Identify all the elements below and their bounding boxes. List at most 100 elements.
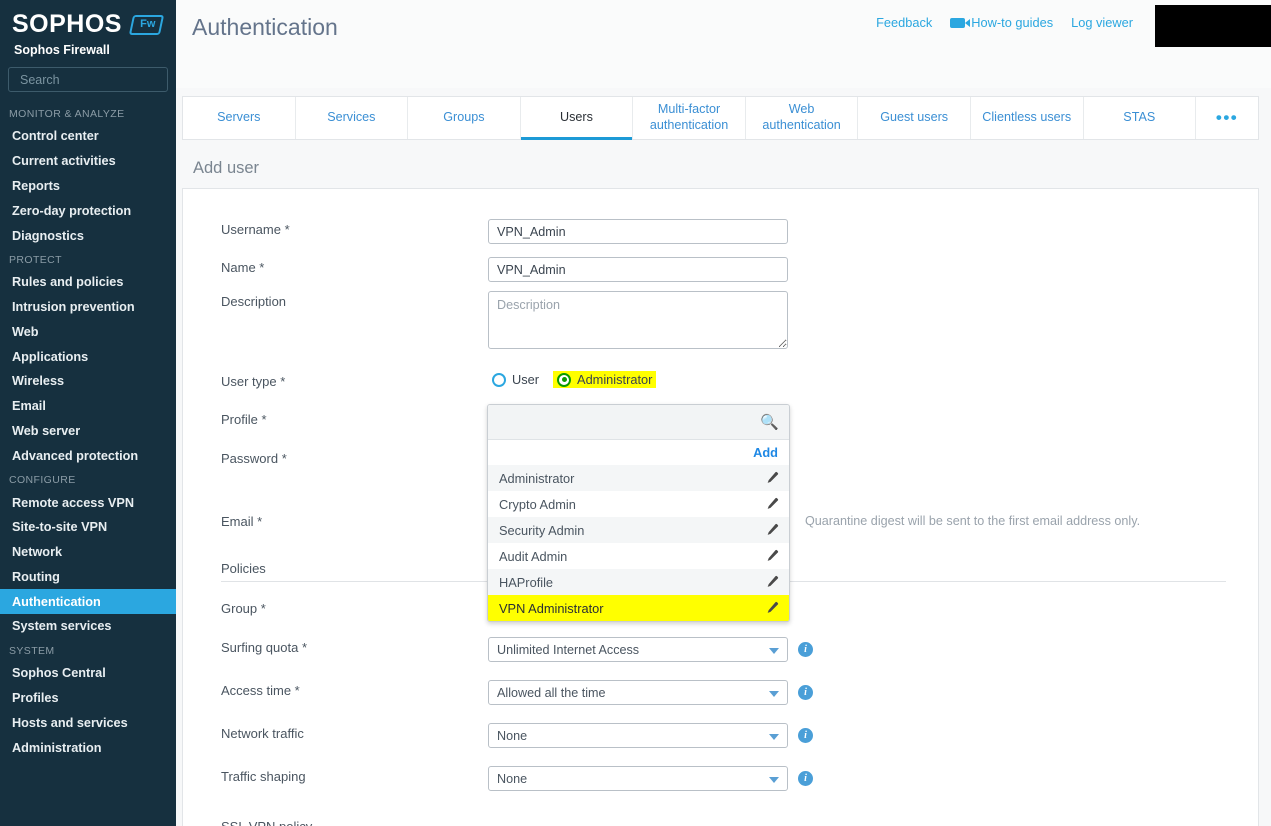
profile-option-label: Security Admin: [499, 522, 585, 538]
profile-option-label: Audit Admin: [499, 548, 568, 564]
edit-pencil-icon[interactable]: [764, 575, 779, 590]
info-icon[interactable]: i: [798, 728, 813, 743]
sidebar-item-hosts-and-services[interactable]: Hosts and services: [0, 710, 176, 735]
edit-pencil-icon[interactable]: [764, 601, 779, 616]
sidebar-item-diagnostics[interactable]: Diagnostics: [0, 223, 176, 248]
traffic-shaping-select[interactable]: None: [488, 766, 788, 791]
sidebar-search[interactable]: 🔍: [8, 67, 176, 92]
sidebar-item-remote-access-vpn[interactable]: Remote access VPN: [0, 490, 176, 515]
row-name: Name *: [183, 257, 1258, 295]
sidebar-item-web[interactable]: Web: [0, 319, 176, 344]
access-time-label: Access time *: [221, 683, 300, 698]
surfing-quota-wrap: Unlimited Internet Access i: [488, 637, 813, 662]
tab-servers[interactable]: Servers: [183, 97, 296, 139]
sidebar-item-sophos-central[interactable]: Sophos Central: [0, 661, 176, 686]
group-label: Group *: [221, 601, 266, 616]
app-root: SOPHOS Fw Sophos Firewall 🔍 MONITOR & AN…: [0, 0, 1271, 826]
sidebar-nav: MONITOR & ANALYZE Control center Current a…: [0, 102, 176, 760]
tab-web-authentication[interactable]: Web authentication: [746, 97, 859, 139]
how-to-guides-link[interactable]: How-to guides: [950, 15, 1053, 30]
sidebar: SOPHOS Fw Sophos Firewall 🔍 MONITOR & AN…: [0, 0, 176, 826]
tab-multi-factor-authentication[interactable]: Multi-factor authentication: [633, 97, 746, 139]
profile-option-administrator[interactable]: Administrator: [488, 465, 789, 491]
user-type-option-user[interactable]: User: [488, 371, 543, 388]
sidebar-item-zero-day-protection[interactable]: Zero-day protection: [0, 198, 176, 223]
surfing-quota-select[interactable]: Unlimited Internet Access: [488, 637, 788, 662]
profile-option-vpn-administrator[interactable]: VPN Administrator: [488, 595, 789, 621]
profile-dropdown-search[interactable]: 🔍: [488, 405, 789, 440]
profile-option-haprofile[interactable]: HAProfile: [488, 569, 789, 595]
sidebar-item-authentication[interactable]: Authentication: [0, 589, 176, 615]
traffic-shaping-wrap: None i: [488, 766, 813, 791]
network-traffic-select[interactable]: None: [488, 723, 788, 748]
username-input[interactable]: [488, 219, 788, 244]
tab-stas[interactable]: STAS: [1084, 97, 1197, 139]
tab-groups[interactable]: Groups: [408, 97, 521, 139]
info-icon[interactable]: i: [798, 642, 813, 657]
profile-option-label: HAProfile: [499, 574, 554, 590]
brand-name: SOPHOS: [12, 10, 122, 38]
network-traffic-wrap: None i: [488, 723, 813, 748]
sidebar-item-rules-and-policies[interactable]: Rules and policies: [0, 270, 176, 295]
email-label: Email *: [221, 514, 263, 529]
profile-option-list: Administrator Crypto Admin Security Admin A…: [488, 465, 789, 621]
firewall-badge-text: Fw: [140, 17, 156, 30]
sidebar-item-reports[interactable]: Reports: [0, 174, 176, 199]
sidebar-item-administration[interactable]: Administration: [0, 735, 176, 760]
info-icon[interactable]: i: [798, 771, 813, 786]
how-to-guides-label: How-to guides: [971, 15, 1054, 30]
firewall-badge: Fw: [128, 14, 165, 35]
radio-button-icon[interactable]: [492, 372, 506, 387]
row-traffic-shaping: Traffic shaping None i: [183, 766, 1258, 804]
tab-users[interactable]: Users: [520, 97, 634, 140]
sidebar-item-routing[interactable]: Routing: [0, 565, 176, 590]
username-field-wrap: [488, 219, 788, 244]
sidebar-item-control-center[interactable]: Control center: [0, 124, 176, 149]
access-time-select[interactable]: Allowed all the time: [488, 680, 788, 705]
sidebar-item-wireless[interactable]: Wireless: [0, 369, 176, 394]
profile-option-label: Administrator: [499, 470, 575, 486]
profile-option-label: VPN Administrator: [499, 600, 604, 616]
name-input[interactable]: [488, 257, 788, 282]
edit-pencil-icon[interactable]: [764, 549, 779, 564]
tab-bar: Servers Services Groups Users Multi-factor a…: [182, 96, 1259, 140]
radio-button-icon[interactable]: [557, 372, 572, 387]
tab-services[interactable]: Services: [296, 97, 409, 139]
profile-option-security-admin[interactable]: Security Admin: [488, 517, 789, 543]
sidebar-item-network[interactable]: Network: [0, 540, 176, 565]
search-input[interactable]: [18, 71, 176, 88]
network-traffic-value: None: [497, 728, 528, 743]
sidebar-item-profiles[interactable]: Profiles: [0, 686, 176, 711]
sidebar-item-site-to-site-vpn[interactable]: Site-to-site VPN: [0, 515, 176, 540]
profile-option-audit-admin[interactable]: Audit Admin: [488, 543, 789, 569]
tab-clientless-users[interactable]: Clientless users: [971, 97, 1084, 139]
sidebar-item-web-server[interactable]: Web server: [0, 419, 176, 444]
profile-option-crypto-admin[interactable]: Crypto Admin: [488, 491, 789, 517]
sidebar-item-current-activities[interactable]: Current activities: [0, 149, 176, 174]
description-label: Description: [221, 294, 287, 309]
feedback-link[interactable]: Feedback: [876, 15, 932, 30]
edit-pencil-icon[interactable]: [764, 471, 779, 486]
sidebar-group-title: MONITOR & ANALYZE: [9, 108, 125, 120]
sidebar-item-system-services[interactable]: System services: [0, 614, 176, 639]
policies-section-label: Policies: [221, 561, 266, 576]
network-traffic-label: Network traffic: [221, 726, 304, 741]
edit-pencil-icon[interactable]: [764, 523, 779, 538]
log-viewer-link[interactable]: Log viewer: [1071, 15, 1133, 30]
description-textarea[interactable]: [488, 291, 788, 349]
user-type-option-administrator[interactable]: Administrator: [553, 371, 657, 388]
info-icon[interactable]: i: [798, 685, 813, 700]
sidebar-item-intrusion-prevention[interactable]: Intrusion prevention: [0, 295, 176, 320]
sidebar-item-applications[interactable]: Applications: [0, 344, 176, 369]
traffic-shaping-label: Traffic shaping: [221, 769, 306, 784]
access-time-wrap: Allowed all the time i: [488, 680, 813, 705]
sidebar-item-advanced-protection[interactable]: Advanced protection: [0, 443, 176, 468]
profile-search-input[interactable]: [498, 414, 761, 430]
edit-pencil-icon[interactable]: [764, 497, 779, 512]
sidebar-item-email[interactable]: Email: [0, 394, 176, 419]
profile-label: Profile *: [221, 412, 267, 427]
tab-more-button[interactable]: •••: [1196, 97, 1258, 139]
profile-add-button[interactable]: Add: [488, 440, 789, 465]
tab-guest-users[interactable]: Guest users: [858, 97, 971, 139]
chevron-down-icon: [769, 690, 779, 697]
